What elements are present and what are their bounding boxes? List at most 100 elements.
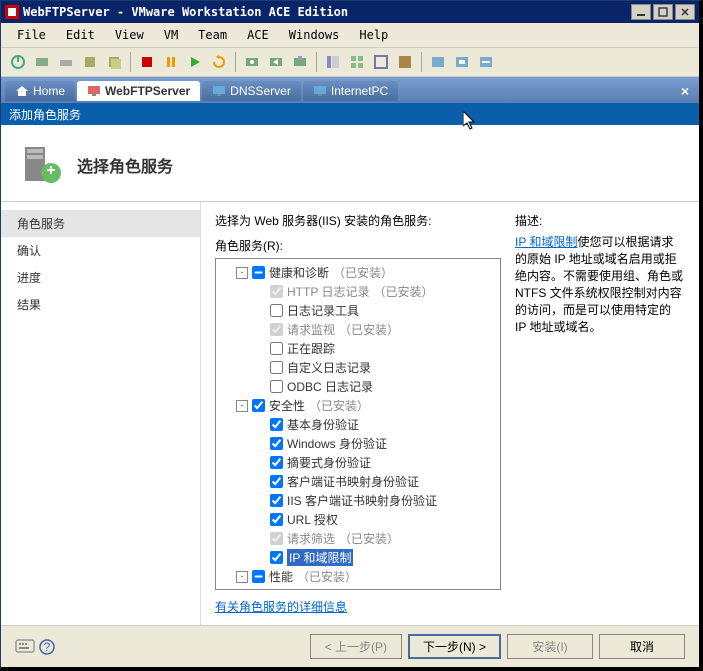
window-title: WebFTPServer - VMware Workstation ACE Ed… [23,5,631,19]
tree-node[interactable]: IIS 客户端证书映射身份验证 [218,491,498,510]
snapshot-take-icon[interactable] [241,51,263,73]
fullscreen-icon[interactable] [370,51,392,73]
sidebar-icon[interactable] [322,51,344,73]
menu-edit[interactable]: Edit [58,26,103,44]
tree-node[interactable]: 请求监视（已安装） [218,320,498,339]
nav-confirm[interactable]: 确认 [1,237,200,264]
tree-node[interactable]: -健康和诊断（已安装） [218,263,498,282]
tree-checkbox[interactable] [252,399,265,412]
menu-windows[interactable]: Windows [281,26,348,44]
tree-node[interactable]: IP 和域限制 [218,548,498,567]
pause-icon[interactable] [160,51,182,73]
tree-node[interactable]: 客户端证书映射身份验证 [218,472,498,491]
stop-icon[interactable] [136,51,158,73]
tab2-icon[interactable] [451,51,473,73]
tree-node[interactable]: 请求筛选（已安装） [218,529,498,548]
tree-node[interactable]: 摘要式身份验证 [218,453,498,472]
minimize-button[interactable] [631,4,651,20]
nav-results[interactable]: 结果 [1,291,200,318]
wizard-header-title: 添加角色服务 [9,106,81,123]
tree-checkbox[interactable] [270,437,283,450]
tree-node[interactable]: URL 授权 [218,510,498,529]
tree-status: （已安装） [333,264,393,281]
tab-internetpc[interactable]: InternetPC [303,81,398,101]
tree-node[interactable]: ODBC 日志记录 [218,377,498,396]
snapshot-manager-icon[interactable] [289,51,311,73]
tree-checkbox[interactable] [270,304,283,317]
nav-progress[interactable]: 进度 [1,264,200,291]
tree-node[interactable]: 静态内容压缩（已安装） [218,586,498,590]
nav-role-services[interactable]: 角色服务 [1,210,200,237]
tree-node[interactable]: Windows 身份验证 [218,434,498,453]
more-info-link[interactable]: 有关角色服务的详细信息 [215,598,501,615]
tree-node[interactable]: HTTP 日志记录（已安装） [218,282,498,301]
role-services-tree[interactable]: -健康和诊断（已安装）HTTP 日志记录（已安装）日志记录工具请求监视（已安装）… [215,258,501,590]
power-on-icon[interactable] [7,51,29,73]
tab-close-icon[interactable]: × [675,83,695,99]
tree-node[interactable]: -性能（已安装） [218,567,498,586]
tree-label: IP 和域限制 [287,549,353,566]
collapse-icon[interactable]: - [236,267,248,279]
tree-label: ODBC 日志记录 [287,378,373,395]
help-icon[interactable]: ? [39,639,55,655]
tree-checkbox[interactable] [270,475,283,488]
tree-checkbox[interactable] [270,342,283,355]
tree-node[interactable]: 基本身份验证 [218,415,498,434]
tree-checkbox[interactable] [270,513,283,526]
install-button[interactable]: 安装(I) [507,634,593,659]
server-role-icon [19,143,63,187]
wizard-footer: ? < 上一步(P) 下一步(N) > 安装(I) 取消 [1,625,699,667]
description-link[interactable]: IP 和域限制 [515,235,577,249]
menu-file[interactable]: File [9,26,54,44]
tree-checkbox[interactable] [270,456,283,469]
tab-webftpserver[interactable]: WebFTPServer [77,81,200,101]
tree-checkbox[interactable] [252,570,265,583]
tree-label: 请求筛选 [287,530,335,547]
menu-view[interactable]: View [107,26,152,44]
close-button[interactable] [675,4,695,20]
unity-icon[interactable] [394,51,416,73]
wizard-header: 添加角色服务 [1,103,699,125]
tab-home[interactable]: Home [5,81,75,101]
snapshot-icon[interactable] [79,51,101,73]
tree-checkbox[interactable] [270,589,283,590]
reset-icon[interactable] [208,51,230,73]
tree-checkbox[interactable] [270,551,283,564]
next-button[interactable]: 下一步(N) > [408,634,501,659]
tab1-icon[interactable] [427,51,449,73]
disk-icon[interactable] [55,51,77,73]
menu-help[interactable]: Help [351,26,396,44]
tree-checkbox[interactable] [270,380,283,393]
tree-node[interactable]: 日志记录工具 [218,301,498,320]
tree-checkbox[interactable] [252,266,265,279]
collapse-icon[interactable]: - [236,571,248,583]
tree-label: Windows 身份验证 [287,435,387,452]
tab3-icon[interactable] [475,51,497,73]
revert-icon[interactable] [265,51,287,73]
tree-node[interactable]: 自定义日志记录 [218,358,498,377]
menu-team[interactable]: Team [190,26,235,44]
tree-checkbox[interactable] [270,494,283,507]
tree-node[interactable]: 正在跟踪 [218,339,498,358]
play-icon[interactable] [184,51,206,73]
menu-vm[interactable]: VM [156,26,186,44]
tree-node[interactable]: -安全性（已安装） [218,396,498,415]
tree-checkbox[interactable] [270,285,283,298]
quick-switch-icon[interactable] [346,51,368,73]
prev-button[interactable]: < 上一步(P) [310,634,402,659]
svg-text:?: ? [44,640,51,654]
snapshot2-icon[interactable] [103,51,125,73]
collapse-icon[interactable]: - [236,400,248,412]
tree-checkbox[interactable] [270,418,283,431]
connect-icon[interactable] [31,51,53,73]
tree-checkbox[interactable] [270,323,283,336]
menu-ace[interactable]: ACE [239,26,277,44]
maximize-button[interactable] [653,4,673,20]
keyboard-icon[interactable] [15,639,35,655]
menubar: File Edit View VM Team ACE Windows Help [1,23,699,48]
tree-checkbox[interactable] [270,532,283,545]
cancel-button[interactable]: 取消 [599,634,685,659]
tab-dnsserver[interactable]: DNSServer [202,81,301,101]
wizard-content: 选择为 Web 服务器(IIS) 安装的角色服务: 角色服务(R): -健康和诊… [201,202,699,625]
tree-checkbox[interactable] [270,361,283,374]
